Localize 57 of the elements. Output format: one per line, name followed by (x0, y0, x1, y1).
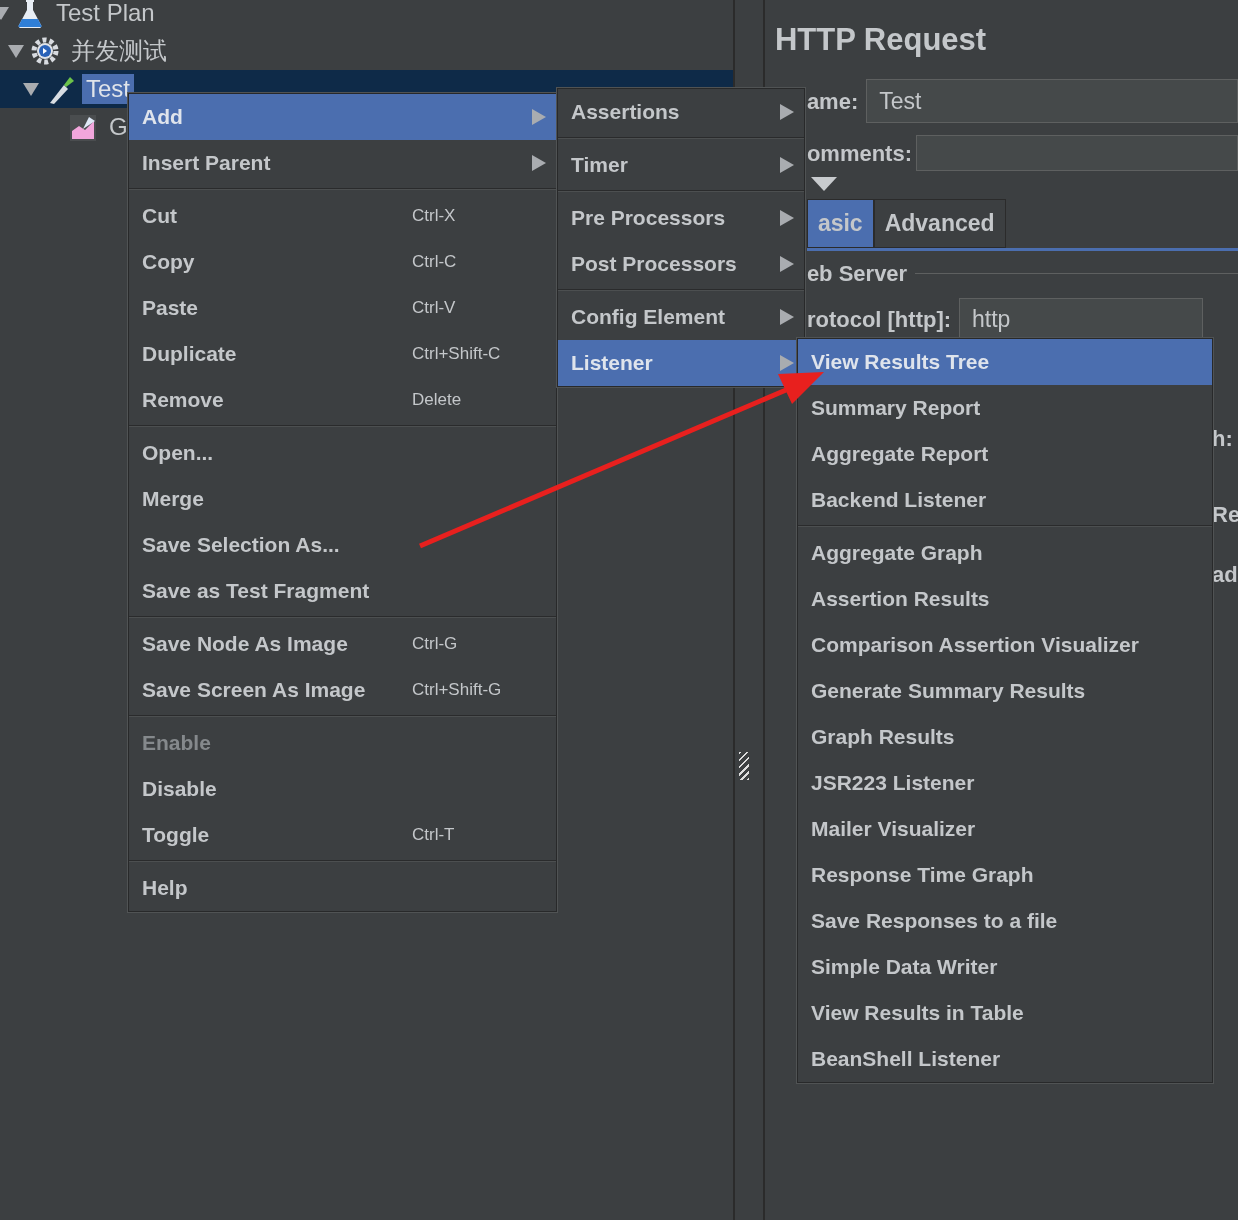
menu-item[interactable]: Add (129, 94, 556, 140)
menu-item[interactable]: Paste Ctrl-V (129, 285, 556, 331)
field-label: h: (1212, 425, 1233, 453)
menu-item[interactable]: Save Selection As... (129, 522, 556, 568)
menu-item[interactable]: Mailer Visualizer (798, 806, 1212, 852)
splitter-grip[interactable] (738, 752, 749, 780)
menu-item[interactable]: Open... (129, 430, 556, 476)
field-label: rotocol [http]: (806, 306, 952, 334)
menu-item[interactable]: Disable (129, 766, 556, 812)
name-field[interactable]: Test (866, 79, 1238, 123)
expand-triangle-icon[interactable] (22, 81, 40, 97)
menu-item[interactable]: Help (129, 865, 556, 911)
panel-title: HTTP Request (774, 21, 988, 59)
menu-item[interactable]: View Results in Table (798, 990, 1212, 1036)
menu-item[interactable]: Remove Delete (129, 377, 556, 423)
flask-icon (16, 0, 44, 29)
gear-icon (31, 35, 59, 67)
menu-item[interactable]: Aggregate Graph (798, 530, 1212, 576)
field-label: omments: (806, 139, 912, 168)
menu-item[interactable]: Save Screen As Image Ctrl+Shift-G (129, 667, 556, 713)
menu-item[interactable]: Response Time Graph (798, 852, 1212, 898)
menu-item[interactable]: Copy Ctrl-C (129, 239, 556, 285)
section-title: eb Server (806, 259, 908, 288)
menu-item[interactable]: Comparison Assertion Visualizer (798, 622, 1212, 668)
collapse-triangle-icon[interactable] (810, 177, 837, 191)
menu-item[interactable]: JSR223 Listener (798, 760, 1212, 806)
field-label: ame: (806, 87, 859, 116)
menu-item[interactable]: Backend Listener (798, 477, 1212, 523)
menu-item[interactable]: Timer (558, 142, 804, 188)
menu-item[interactable]: Summary Report (798, 385, 1212, 431)
menu-item[interactable]: Insert Parent (129, 140, 556, 186)
menu-item[interactable]: Generate Summary Results (798, 668, 1212, 714)
tree-item[interactable]: Test Plan (52, 0, 159, 28)
menu-item[interactable]: Simple Data Writer (798, 944, 1212, 990)
menu-item[interactable]: Duplicate Ctrl+Shift-C (129, 331, 556, 377)
menu-item[interactable]: Merge (129, 476, 556, 522)
menu-item[interactable]: Config Element (558, 294, 804, 340)
menu-item[interactable]: Aggregate Report (798, 431, 1212, 477)
menu-item[interactable]: Toggle Ctrl-T (129, 812, 556, 858)
tree-item[interactable]: 并发测试 (67, 36, 171, 66)
field-label: ad (1212, 561, 1238, 589)
menu-item[interactable]: BeanShell Listener (798, 1036, 1212, 1082)
menu-item[interactable]: View Results Tree (798, 339, 1212, 385)
expand-triangle-icon[interactable] (7, 43, 25, 59)
tree-item[interactable]: Test (82, 74, 134, 104)
tree-item[interactable]: G (105, 112, 132, 142)
menu-item[interactable]: Cut Ctrl-X (129, 193, 556, 239)
menu-item[interactable]: Post Processors (558, 241, 804, 287)
comments-field[interactable] (916, 135, 1238, 171)
menu-item[interactable]: Save Responses to a file (798, 898, 1212, 944)
menu-item[interactable]: Save as Test Fragment (129, 568, 556, 614)
menu-item[interactable]: Assertions (558, 89, 804, 135)
menu-item[interactable]: Pre Processors (558, 195, 804, 241)
menu-item[interactable]: Save Node As Image Ctrl-G (129, 621, 556, 667)
tab[interactable]: Advanced (873, 199, 1006, 248)
menu-item[interactable]: Graph Results (798, 714, 1212, 760)
menu-item[interactable]: Assertion Results (798, 576, 1212, 622)
